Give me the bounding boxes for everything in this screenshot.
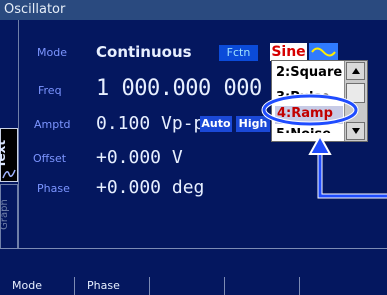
waveform-dropdown[interactable]: 2:Square 3:Pulse 4:Ramp 5:Noise	[271, 60, 368, 142]
softkey-3[interactable]	[150, 277, 225, 295]
tab-text-label: Text	[0, 139, 9, 169]
mode-label: Mode	[37, 46, 67, 59]
offset-value[interactable]: +0.000 V	[96, 147, 183, 168]
fctn-badge: Fctn	[219, 45, 258, 61]
dropdown-scrollbar[interactable]	[344, 61, 367, 141]
softkey-bar: Mode Phase	[0, 248, 387, 295]
softkey-5[interactable]	[300, 277, 375, 295]
high-badge: High	[236, 116, 270, 132]
arrow-down-icon	[352, 128, 360, 134]
scroll-thumb[interactable]	[346, 83, 365, 103]
softkey-phase[interactable]: Phase	[75, 277, 150, 295]
tab-graph-label: Graph	[0, 199, 10, 230]
phase-value[interactable]: +0.000 deg	[96, 177, 204, 198]
auto-badge: Auto	[200, 116, 232, 132]
arrow-up-icon	[352, 68, 360, 74]
softkey-4[interactable]	[225, 277, 300, 295]
dropdown-item[interactable]: 3:Pulse	[276, 90, 330, 96]
scroll-up-button[interactable]	[346, 62, 365, 80]
offset-label: Offset	[33, 152, 67, 165]
tab-graph[interactable]: Graph	[0, 184, 18, 252]
scroll-down-button[interactable]	[346, 122, 365, 140]
amptd-label: Amptd	[34, 118, 71, 131]
dropdown-item[interactable]: 2:Square	[276, 65, 342, 80]
freq-value[interactable]: 1 000.000 000 00	[96, 76, 300, 101]
sine-wave-icon[interactable]	[309, 43, 338, 61]
dropdown-item-selected[interactable]: 4:Ramp	[275, 106, 343, 124]
amptd-value[interactable]: 0.100 Vp-p	[96, 113, 204, 134]
phase-label: Phase	[37, 182, 70, 195]
mode-value[interactable]: Continuous	[96, 43, 192, 61]
titlebar: Oscillator	[0, 0, 387, 20]
waveform-current[interactable]: Sine	[270, 43, 307, 61]
window-title: Oscillator	[4, 2, 66, 17]
freq-label: Freq	[38, 84, 62, 97]
dropdown-item[interactable]: 5:Noise	[276, 127, 331, 133]
tab-switch-icon	[2, 169, 16, 179]
dropdown-selected-label: 4:Ramp	[277, 106, 333, 121]
softkey-mode[interactable]: Mode	[0, 277, 75, 295]
